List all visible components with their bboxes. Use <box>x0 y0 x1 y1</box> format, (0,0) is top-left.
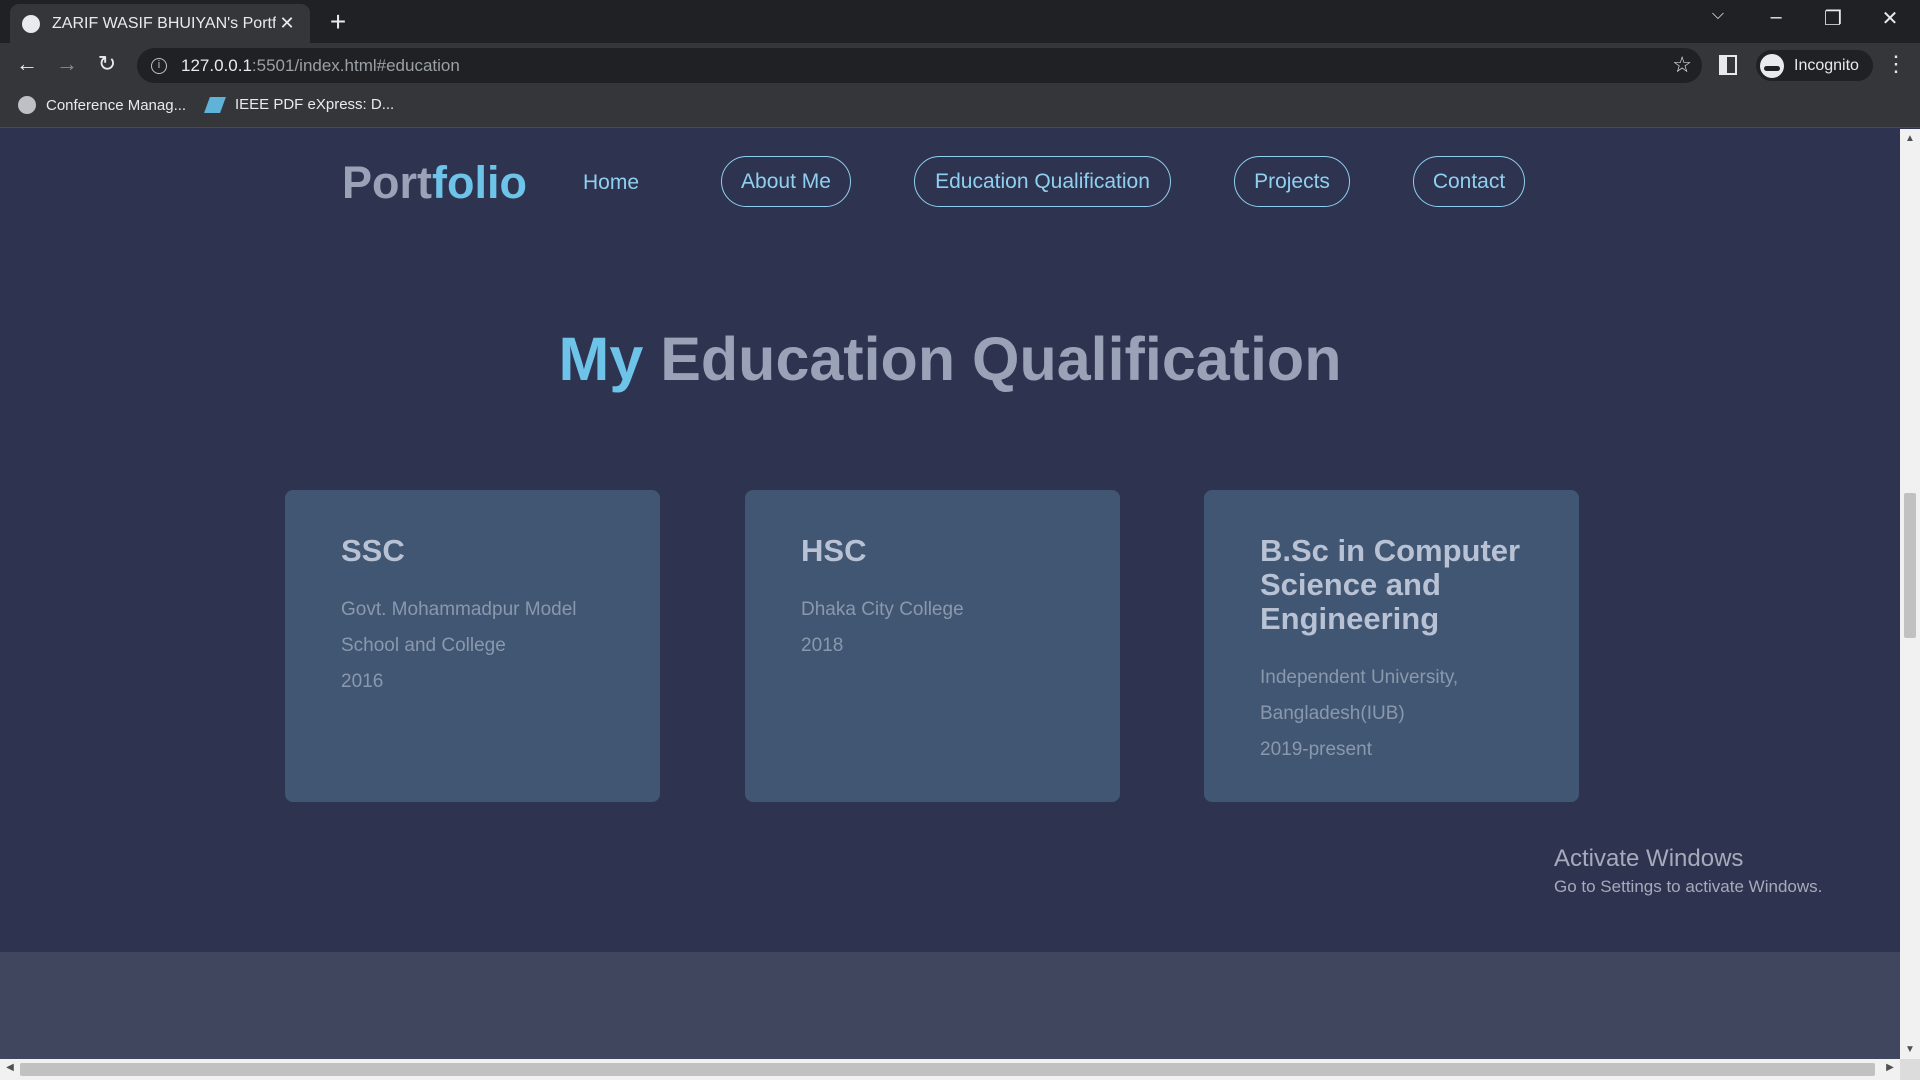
section-title: My Education Qualification <box>0 324 1900 394</box>
browser-menu-icon[interactable]: ⋮ <box>1885 51 1907 77</box>
scroll-left-arrow-icon[interactable]: ◀ <box>0 1062 20 1073</box>
card-institution: Independent University, Bangladesh(IUB) <box>1260 667 1459 724</box>
nav-education[interactable]: Education Qualification <box>914 156 1171 207</box>
bookmark-ieee[interactable]: IEEE PDF eXpress: D... <box>204 96 395 113</box>
watermark-subtitle: Go to Settings to activate Windows. <box>1554 877 1823 896</box>
address-bar[interactable]: i 127.0.0.1:5501/index.html#education ☆ <box>137 48 1702 83</box>
card-institution: Govt. Mohammadpur Model School and Colle… <box>341 599 577 656</box>
education-card-hsc: HSC Dhaka City College 2018 <box>745 490 1120 802</box>
conference-favicon-icon <box>18 96 36 114</box>
browser-toolbar: ← → ↻ i 127.0.0.1:5501/index.html#educat… <box>0 43 1920 88</box>
education-card-ssc: SSC Govt. Mohammadpur Model School and C… <box>285 490 660 802</box>
scroll-up-arrow-icon[interactable]: ▲ <box>1900 133 1920 144</box>
watermark-title: Activate Windows <box>1554 845 1744 872</box>
reload-button[interactable]: ↻ <box>92 51 122 77</box>
title-accent: My <box>558 325 644 393</box>
nav-about-me[interactable]: About Me <box>721 156 851 207</box>
nav-contact[interactable]: Contact <box>1413 156 1525 207</box>
tab-strip: ZARIF WASIF BHUIYAN's Portfolio ✕ + ⌵ – … <box>0 0 1920 43</box>
card-institution: Dhaka City College <box>801 599 964 620</box>
incognito-icon <box>1760 53 1784 78</box>
vertical-scroll-thumb[interactable] <box>1904 493 1916 638</box>
scroll-down-arrow-icon[interactable]: ▼ <box>1900 1044 1920 1055</box>
card-degree: SSC <box>341 533 405 568</box>
ieee-favicon-icon <box>204 96 226 113</box>
new-tab-button[interactable]: + <box>324 6 352 38</box>
windows-activation-watermark: Activate Windows Go to Settings to activ… <box>1554 845 1822 897</box>
globe-icon <box>22 14 40 33</box>
browser-tab[interactable]: ZARIF WASIF BHUIYAN's Portfolio ✕ <box>10 4 310 43</box>
scrollbar-corner <box>1900 1059 1920 1080</box>
site-logo[interactable]: Portfolio <box>342 157 527 209</box>
bookmark-label: IEEE PDF eXpress: D... <box>235 96 395 113</box>
url-host: 127.0.0.1 <box>181 55 252 75</box>
title-rest: Education Qualification <box>660 325 1342 393</box>
info-icon[interactable]: i <box>151 57 167 74</box>
card-degree: B.Sc in Computer Science and Engineering <box>1260 533 1521 636</box>
nav-home[interactable]: Home <box>583 171 639 195</box>
card-degree: HSC <box>801 533 867 568</box>
card-year: 2016 <box>341 671 384 692</box>
logo-part1: Port <box>342 157 432 208</box>
next-section-band <box>0 952 1900 1059</box>
horizontal-scrollbar[interactable]: ◀ ▶ <box>0 1059 1900 1080</box>
nav-projects[interactable]: Projects <box>1234 156 1350 207</box>
bookmark-label: Conference Manag... <box>46 96 187 114</box>
side-panel-icon[interactable] <box>1719 55 1737 75</box>
minimize-button[interactable]: – <box>1756 6 1796 29</box>
url-path: :5501/index.html#education <box>251 55 460 75</box>
back-button[interactable]: ← <box>12 51 42 77</box>
vertical-scrollbar[interactable]: ▲ ▼ <box>1900 129 1920 1059</box>
tab-search-chevron-icon[interactable]: ⌵ <box>1698 6 1738 24</box>
bookmark-conference[interactable]: Conference Manag... <box>18 96 186 114</box>
card-year: 2019-present <box>1260 739 1372 760</box>
forward-button[interactable]: → <box>52 51 82 77</box>
page-viewport: Portfolio Home About Me Education Qualif… <box>0 129 1900 1059</box>
bookmarks-bar: Conference Manag... IEEE PDF eXpress: D.… <box>0 88 1920 128</box>
incognito-profile-button[interactable]: Incognito <box>1756 50 1873 81</box>
incognito-label: Incognito <box>1794 56 1859 74</box>
education-card-bsc: B.Sc in Computer Science and Engineering… <box>1204 490 1579 802</box>
card-year: 2018 <box>801 635 844 656</box>
tab-title: ZARIF WASIF BHUIYAN's Portfolio <box>52 14 276 32</box>
scroll-right-arrow-icon[interactable]: ▶ <box>1880 1062 1900 1073</box>
close-tab-icon[interactable]: ✕ <box>276 13 298 34</box>
horizontal-scroll-thumb[interactable] <box>20 1063 1875 1076</box>
close-window-button[interactable]: ✕ <box>1870 6 1910 31</box>
restore-button[interactable]: ❐ <box>1813 6 1853 31</box>
logo-part2: folio <box>432 157 527 208</box>
bookmark-star-icon[interactable]: ☆ <box>1672 52 1692 78</box>
